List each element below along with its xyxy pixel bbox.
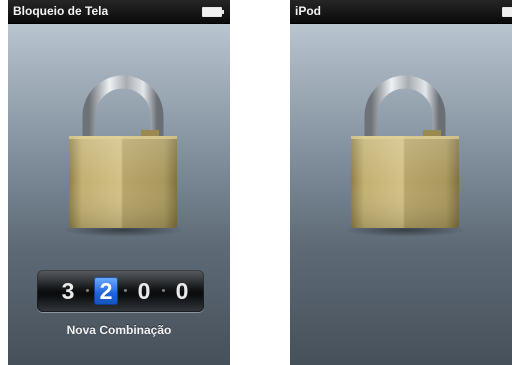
combination-digit[interactable]: 0 — [170, 277, 194, 305]
battery-icon — [202, 7, 224, 17]
combination-digit[interactable]: 3 — [56, 277, 80, 305]
status-bar-title: Bloqueio de Tela — [13, 4, 109, 18]
digit-separator — [124, 289, 127, 292]
combination-dial[interactable]: 3 2 0 0 — [37, 270, 204, 312]
status-bar-title: iPod — [295, 4, 321, 18]
combination-label: Nova Combinação — [66, 323, 172, 337]
padlock-icon — [63, 75, 183, 237]
locked-screen: iPod — [290, 0, 512, 365]
status-bar: Bloqueio de Tela — [8, 0, 230, 24]
digit-separator — [162, 289, 165, 292]
battery-icon — [502, 7, 512, 17]
padlock-icon — [345, 75, 465, 237]
lock-screen-settings: Bloqueio de Tela 3 2 0 0 Nova Combinação — [8, 0, 230, 365]
combination-digit-selected[interactable]: 2 — [94, 277, 118, 305]
digit-separator — [86, 289, 89, 292]
combination-digit[interactable]: 0 — [132, 277, 156, 305]
status-bar: iPod — [290, 0, 512, 24]
